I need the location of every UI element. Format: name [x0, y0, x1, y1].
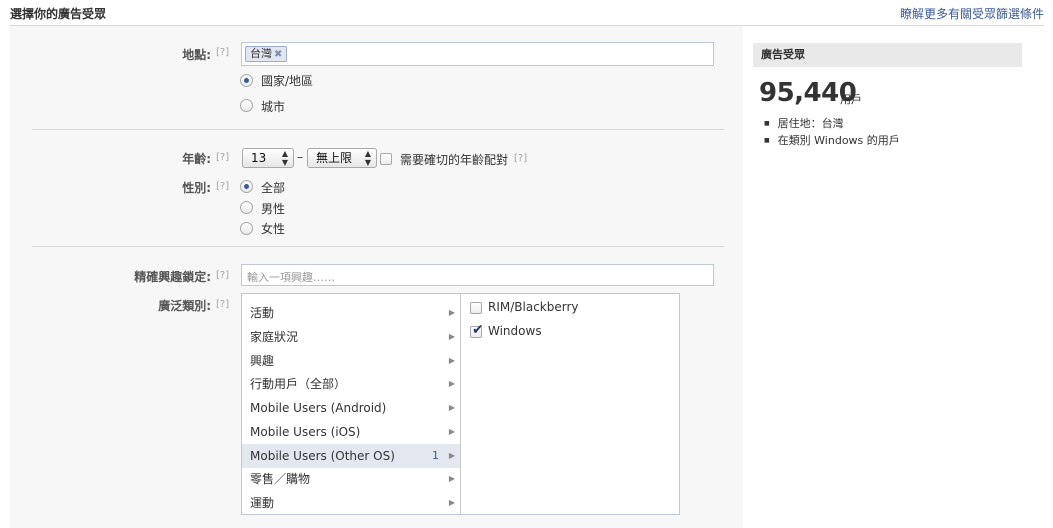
location-label: 地點: — [182, 48, 211, 62]
category-label: 運動 — [250, 496, 275, 510]
exact-age-checkbox[interactable] — [380, 153, 392, 165]
select-arrows-icon: ▲ ▼ — [364, 149, 371, 167]
category-item-mobile-other-os[interactable]: Mobile Users (Other OS) 1 ▶ — [242, 444, 460, 468]
gender-all-radio[interactable] — [240, 180, 253, 193]
category-item-activities[interactable]: 活動 ▶ — [242, 301, 460, 325]
subcategory-blackberry-label: RIM/Blackberry — [488, 300, 579, 314]
age-max-select[interactable]: 無上限 ▲ ▼ — [307, 148, 377, 168]
chevron-right-icon: ▶ — [448, 308, 455, 317]
chevron-right-icon: ▶ — [448, 451, 455, 460]
chevron-right-icon: ▶ — [448, 356, 455, 365]
gender-male-radio[interactable] — [240, 201, 253, 214]
section-divider — [32, 246, 724, 247]
location-country-label: 國家/地區 — [261, 74, 314, 88]
audience-criteria-list: 居住地：台灣 在類別 Windows 的用戶 — [764, 116, 900, 150]
age-min-value: 13 — [251, 151, 267, 165]
category-label: 活動 — [250, 306, 275, 320]
category-label: Mobile Users (Android) — [250, 401, 387, 415]
broad-categories-label: 廣泛類別: — [158, 299, 211, 313]
precise-interests-help-icon[interactable]: [?] — [216, 270, 229, 281]
exact-age-help-icon[interactable]: [?] — [514, 153, 527, 164]
category-label: 家庭狀況 — [250, 330, 299, 344]
age-max-value: 無上限 — [316, 151, 353, 165]
age-label: 年齡: — [182, 152, 211, 166]
category-label: Mobile Users (iOS) — [250, 425, 361, 439]
location-country-radio[interactable] — [240, 74, 253, 87]
location-token-input[interactable]: 台灣 ✖ — [241, 42, 714, 66]
gender-female-radio[interactable] — [240, 222, 253, 235]
exact-age-label: 需要確切的年齡配對 — [400, 153, 509, 167]
chevron-right-icon: ▶ — [448, 403, 455, 412]
age-min-select[interactable]: 13 ▲ ▼ — [242, 148, 294, 168]
location-help-icon[interactable]: [?] — [216, 47, 229, 58]
location-city-radio[interactable] — [240, 99, 253, 112]
chevron-right-icon: ▶ — [448, 474, 455, 483]
gender-help-icon[interactable]: [?] — [216, 181, 229, 192]
age-help-icon[interactable]: [?] — [216, 152, 229, 163]
audience-heading: 廣告受眾 — [753, 43, 1022, 67]
page-title: 選擇你的廣告受眾 — [10, 7, 107, 21]
location-city-label: 城市 — [261, 100, 286, 114]
check-icon: ✔ — [472, 322, 484, 338]
category-item-retail-shopping[interactable]: 零售／購物 ▶ — [242, 467, 460, 491]
chevron-right-icon: ▶ — [448, 498, 455, 507]
broad-categories-help-icon[interactable]: [?] — [216, 299, 229, 310]
category-list: 活動 ▶ 家庭狀況 ▶ 興趣 ▶ 行動用戶（全部） ▶ Mobile Users… — [242, 294, 461, 514]
learn-more-link[interactable]: 瞭解更多有關受眾篩選條件 — [900, 5, 1044, 22]
category-item-sports[interactable]: 運動 ▶ — [242, 491, 460, 514]
subcategory-blackberry-checkbox[interactable] — [470, 302, 482, 314]
chevron-right-icon: ▶ — [448, 379, 455, 388]
category-label: 零售／購物 — [250, 472, 311, 486]
category-item-mobile-all[interactable]: 行動用戶（全部） ▶ — [242, 372, 460, 396]
age-range-separator: – — [297, 150, 303, 164]
gender-all-label: 全部 — [261, 181, 286, 195]
gender-label: 性別: — [182, 181, 211, 195]
gender-female-label: 女性 — [261, 222, 286, 236]
section-divider — [32, 129, 724, 130]
chevron-right-icon: ▶ — [448, 427, 455, 436]
location-token-label: 台灣 — [250, 47, 272, 60]
broad-category-browser: 活動 ▶ 家庭狀況 ▶ 興趣 ▶ 行動用戶（全部） ▶ Mobile Users… — [241, 293, 680, 515]
targeting-form-panel: 地點: [?] 台灣 ✖ 國家/地區 城市 年齡: [?] 13 ▲ ▼ – 無上限… — [10, 26, 743, 528]
category-label: 興趣 — [250, 354, 275, 368]
precise-interests-label: 精確興趣鎖定: — [134, 270, 211, 284]
category-label: 行動用戶（全部） — [250, 377, 347, 391]
select-arrows-icon: ▲ ▼ — [281, 149, 288, 167]
subcategory-windows-checkbox[interactable]: ✔ — [470, 322, 484, 338]
audience-count-unit: 用戶 — [840, 93, 862, 106]
category-item-mobile-android[interactable]: Mobile Users (Android) ▶ — [242, 396, 460, 420]
chevron-right-icon: ▶ — [448, 332, 455, 341]
interest-search-input[interactable]: 輸入一項興趣…… — [241, 264, 714, 286]
gender-male-label: 男性 — [261, 202, 286, 216]
category-item-interests[interactable]: 興趣 ▶ — [242, 349, 460, 373]
audience-criteria-item: 在類別 Windows 的用戶 — [764, 133, 900, 150]
audience-criteria-item: 居住地：台灣 — [764, 116, 900, 133]
remove-token-icon[interactable]: ✖ — [274, 49, 282, 60]
category-label: Mobile Users (Other OS) — [250, 449, 395, 463]
selected-count-badge: 1 — [432, 449, 439, 462]
location-token: 台灣 ✖ — [245, 46, 288, 62]
category-item-mobile-ios[interactable]: Mobile Users (iOS) ▶ — [242, 420, 460, 444]
category-item-family-status[interactable]: 家庭狀況 ▶ — [242, 325, 460, 349]
subcategory-windows-label: Windows — [488, 324, 542, 338]
